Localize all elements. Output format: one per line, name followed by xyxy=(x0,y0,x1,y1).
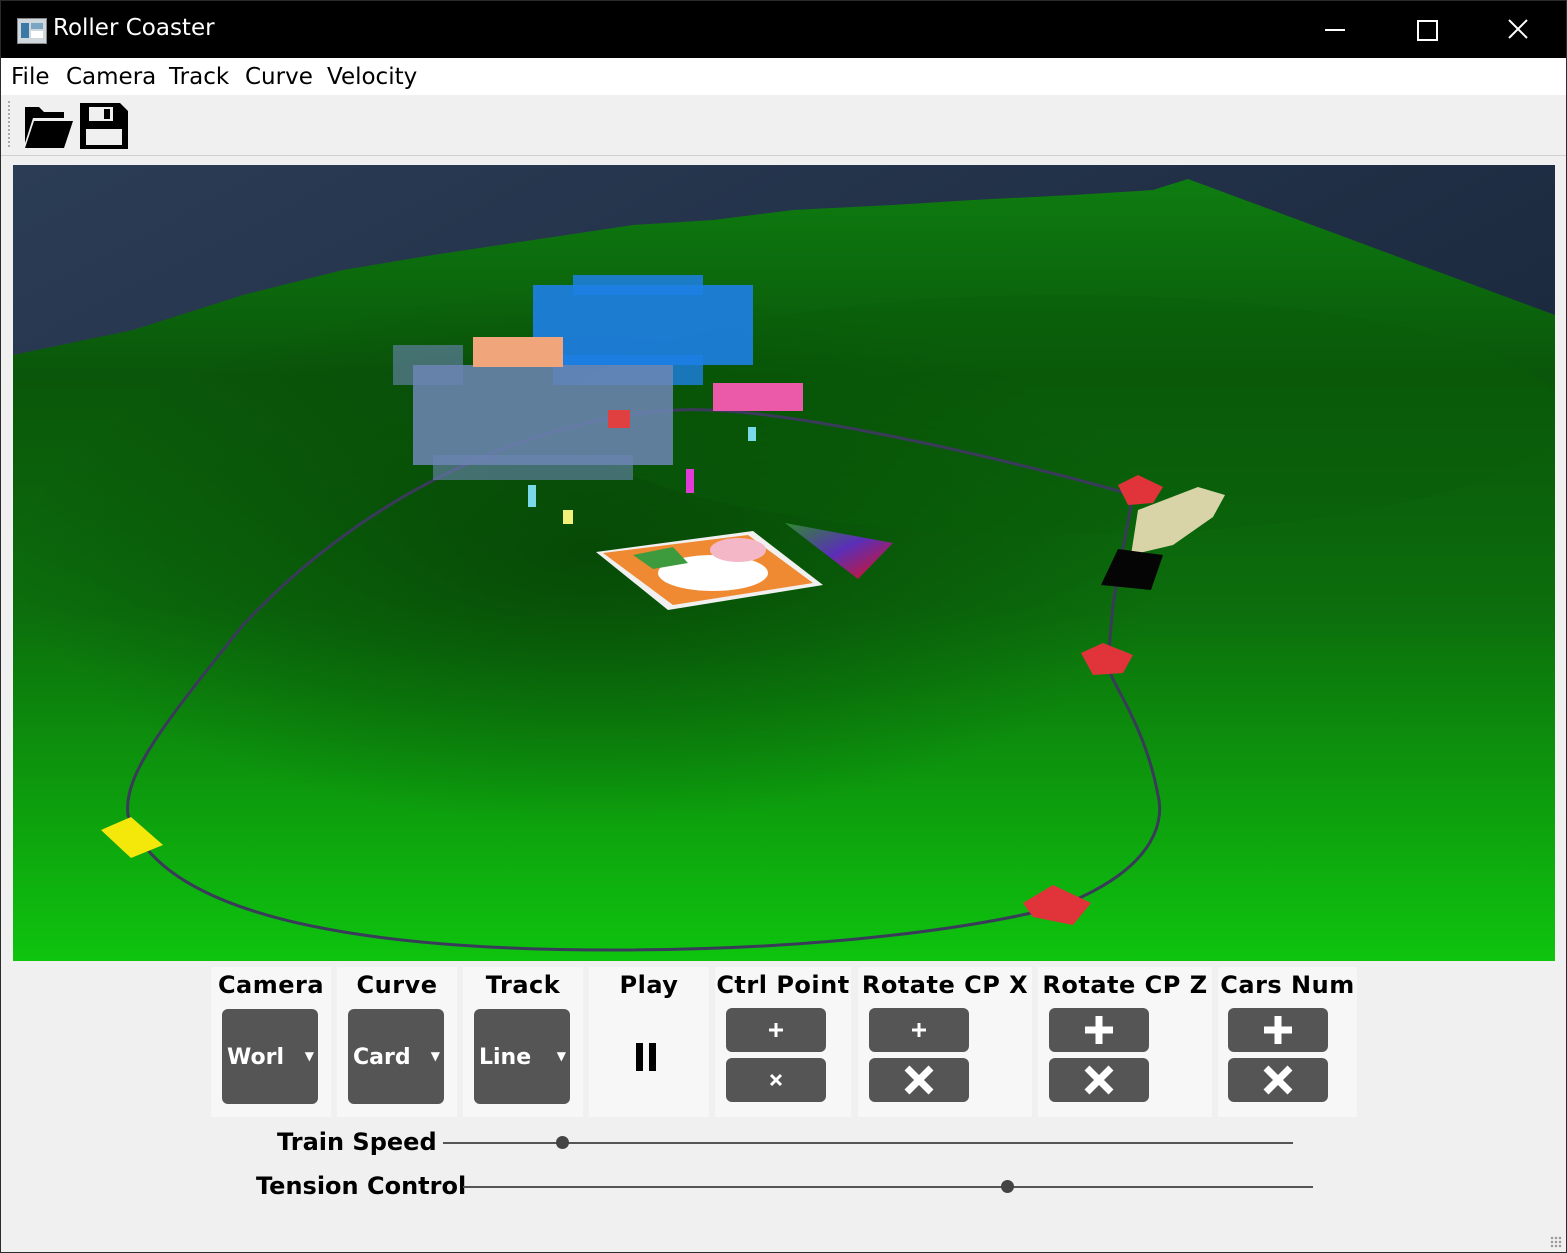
track-dropdown[interactable]: Line ▼ xyxy=(474,1009,570,1104)
chevron-down-icon: ▼ xyxy=(430,1049,440,1063)
tension-control-label: Tension Control xyxy=(256,1172,467,1200)
cars-num-label: Cars Num xyxy=(1220,971,1355,999)
curve-panel: Curve Card ▼ xyxy=(337,967,457,1117)
curve-label: Curve xyxy=(356,971,438,999)
chevron-down-icon: ▼ xyxy=(556,1049,566,1063)
play-panel: Play xyxy=(589,967,709,1117)
curve-dropdown[interactable]: Card ▼ xyxy=(348,1009,444,1104)
menu-file[interactable]: File xyxy=(11,64,50,90)
train-speed-slider[interactable] xyxy=(443,1136,1293,1149)
camera-label: Camera xyxy=(217,971,325,999)
plus-icon xyxy=(1085,1016,1113,1044)
cars-num-panel: Cars Num xyxy=(1218,967,1357,1117)
menu-velocity[interactable]: Velocity xyxy=(327,64,417,90)
rotate-cp-x-panel: Rotate CP X xyxy=(858,967,1032,1117)
plus-icon xyxy=(1264,1016,1292,1044)
camera-dropdown-value: Worl xyxy=(227,1045,284,1070)
rotate-cp-x-minus-button[interactable] xyxy=(869,1058,969,1102)
rotate-cp-x-label: Rotate CP X xyxy=(861,971,1029,999)
resize-grip[interactable] xyxy=(1550,1236,1562,1248)
particle-cloud-pink xyxy=(713,383,803,411)
save-file-button[interactable] xyxy=(77,99,131,151)
open-file-button[interactable] xyxy=(21,99,75,151)
add-ctrl-point-button[interactable] xyxy=(726,1008,826,1052)
rotate-cp-z-panel: Rotate CP Z xyxy=(1038,967,1212,1117)
play-label: Play xyxy=(619,971,679,999)
red-particles xyxy=(608,410,630,428)
ctrl-point-label: Ctrl Point xyxy=(716,971,850,999)
remove-car-button[interactable] xyxy=(1228,1058,1328,1102)
train-speed-label: Train Speed xyxy=(277,1128,437,1156)
magenta-particle xyxy=(686,469,694,493)
minimize-button[interactable] xyxy=(1291,1,1381,58)
app-icon xyxy=(17,18,47,44)
delete-icon xyxy=(904,1065,934,1095)
menu-camera[interactable]: Camera xyxy=(66,64,156,90)
tension-control-slider[interactable] xyxy=(463,1180,1313,1193)
track-dropdown-value: Line xyxy=(479,1045,532,1070)
track-panel: Track Line ▼ xyxy=(463,967,583,1117)
remove-ctrl-point-button[interactable] xyxy=(726,1058,826,1102)
toolbar xyxy=(1,95,1566,156)
camera-dropdown[interactable]: Worl ▼ xyxy=(222,1009,318,1104)
ctrl-point-panel: Ctrl Point xyxy=(715,967,851,1117)
close-button[interactable] xyxy=(1471,1,1561,58)
folder-open-icon xyxy=(25,107,73,148)
menu-bar: File Camera Track Curve Velocity xyxy=(1,58,1566,95)
track-label: Track xyxy=(485,971,561,999)
rotate-cp-x-plus-button[interactable] xyxy=(869,1008,969,1052)
yellow-particle xyxy=(563,510,573,524)
save-disk-icon xyxy=(80,103,128,149)
rotate-cp-z-label: Rotate CP Z xyxy=(1042,971,1208,999)
plus-icon xyxy=(912,1023,926,1037)
maximize-button[interactable] xyxy=(1381,1,1471,58)
close-icon xyxy=(1508,19,1528,39)
add-car-button[interactable] xyxy=(1228,1008,1328,1052)
delete-icon xyxy=(769,1073,783,1087)
curve-dropdown-value: Card xyxy=(353,1045,411,1070)
delete-icon xyxy=(1263,1065,1293,1095)
cyan-particle-2 xyxy=(528,485,536,507)
delete-icon xyxy=(1084,1065,1114,1095)
app-window: Roller Coaster File Camera Track Curve V… xyxy=(0,0,1567,1253)
camera-panel: Camera Worl ▼ xyxy=(211,967,331,1117)
toolbar-grip[interactable] xyxy=(8,101,10,149)
menu-track[interactable]: Track xyxy=(169,64,229,90)
train-speed-slider-handle[interactable] xyxy=(556,1136,569,1149)
window-title: Roller Coaster xyxy=(53,15,215,41)
tension-control-slider-handle[interactable] xyxy=(1001,1180,1014,1193)
scene-canvas[interactable] xyxy=(13,165,1555,961)
cyan-particle xyxy=(748,427,756,441)
chevron-down-icon: ▼ xyxy=(304,1049,314,1063)
particle-cloud-orange xyxy=(473,337,563,367)
menu-curve[interactable]: Curve xyxy=(245,64,313,90)
rotate-cp-z-plus-button[interactable] xyxy=(1049,1008,1149,1052)
title-bar: Roller Coaster xyxy=(1,1,1566,58)
plus-icon xyxy=(769,1023,783,1037)
3d-viewport[interactable] xyxy=(13,165,1555,961)
rotate-cp-z-minus-button[interactable] xyxy=(1049,1058,1149,1102)
pause-icon[interactable] xyxy=(636,1043,658,1071)
